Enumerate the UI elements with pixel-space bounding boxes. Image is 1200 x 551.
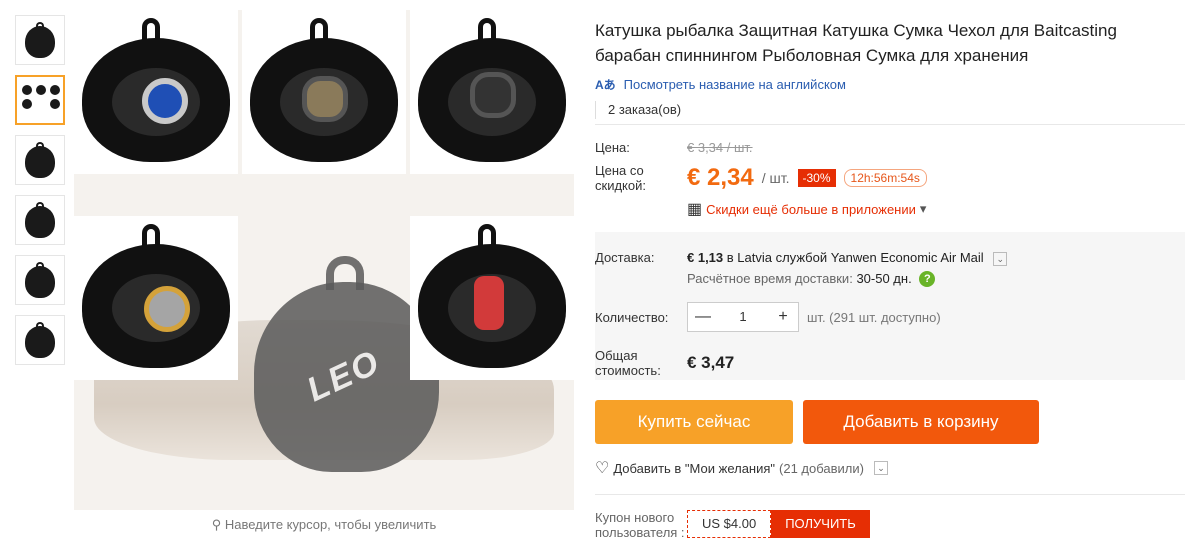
- shipping-method: в Latvia службой Yanwen Economic Air Mai…: [726, 250, 984, 265]
- product-page: LEO ⚲ Наведите курсор, чтобы увеличить К…: [0, 0, 1200, 551]
- discount-price-label: Цена со скидкой:: [595, 163, 646, 193]
- app-deal-text: Скидки ещё больше в приложении: [706, 201, 916, 217]
- discount-price-row: Цена со скидкой: € 2,34 / шт. -30% 12h:5…: [595, 163, 1185, 193]
- wishlist-count: (21 добавили): [779, 460, 864, 476]
- translate-link-text[interactable]: Посмотреть название на английском: [624, 77, 846, 92]
- divider: [595, 124, 1185, 125]
- quantity-row: Количество: — 1 + шт. (291 шт. доступно): [595, 302, 941, 332]
- brand-logo: LEO: [301, 342, 387, 410]
- chevron-down-icon[interactable]: ⌄: [873, 461, 888, 475]
- qr-code-icon: ▦: [687, 201, 703, 218]
- translate-icon: Aあ: [595, 78, 616, 92]
- thumbnail-4[interactable]: [15, 195, 65, 245]
- reel-icon: [474, 276, 504, 330]
- quantity-label: Количество:: [595, 309, 669, 325]
- reel-icon: [302, 76, 348, 122]
- thumbnail-list: [15, 15, 65, 375]
- search-icon: ⚲: [211, 517, 222, 532]
- product-title: Катушка рыбалка Защитная Катушка Сумка Ч…: [595, 21, 1117, 65]
- thumbnail-2[interactable]: [15, 75, 65, 125]
- old-price: € 3,34 / шт.: [687, 140, 753, 155]
- discount-price: € 2,34: [687, 164, 754, 191]
- bag-icon: [25, 146, 55, 179]
- zoom-hint: ⚲ Наведите курсор, чтобы увеличить: [74, 517, 574, 533]
- thumbnail-5[interactable]: [15, 255, 65, 305]
- app-deal-link[interactable]: ▦ Скидки ещё больше в приложении ▾: [687, 199, 926, 219]
- bag-icon: [25, 206, 55, 239]
- wishlist-link[interactable]: Добавить в "Мои желания": [613, 461, 775, 476]
- price-block: Цена: € 3,34 / шт. Цена со скидкой: € 2,…: [595, 140, 1185, 219]
- bag-icon: [25, 326, 55, 359]
- quantity-available: шт. (291 шт. доступно): [807, 309, 941, 325]
- image-tile-black-reel: [410, 10, 574, 174]
- product-info-panel: Катушка рыбалка Защитная Катушка Сумка Ч…: [595, 18, 1185, 551]
- heart-icon: ♡: [595, 460, 610, 477]
- bag-icon: [25, 26, 55, 59]
- image-tile-spinning-reel: [74, 216, 238, 380]
- zoom-hint-text: Наведите курсор, чтобы увеличить: [224, 517, 437, 532]
- thumbnail-1[interactable]: [15, 15, 65, 65]
- quantity-input[interactable]: 1: [718, 303, 768, 331]
- thumbnail-6[interactable]: [15, 315, 65, 365]
- image-tile-accessory: [410, 216, 574, 380]
- eta-label: Расчётное время доставки:: [687, 270, 853, 286]
- bag-icon: [25, 266, 55, 299]
- chevron-down-icon[interactable]: ⌄: [993, 251, 1008, 266]
- help-icon[interactable]: ?: [919, 271, 936, 288]
- image-tile-blue-reel: [74, 10, 238, 174]
- orders-count: 2 заказа(ов): [595, 101, 695, 119]
- thumbnail-3[interactable]: [15, 135, 65, 185]
- wishlist-row[interactable]: ♡ Добавить в "Мои желания" (21 добавили)…: [595, 458, 888, 478]
- old-price-row: Цена: € 3,34 / шт.: [595, 140, 1185, 155]
- add-to-cart-button[interactable]: Добавить в корзину: [803, 400, 1039, 444]
- image-tile-baitcaster: [242, 10, 406, 174]
- quantity-plus-button[interactable]: +: [768, 303, 798, 331]
- reel-icon: [144, 286, 190, 332]
- countdown-timer: 12h:56m:54s: [843, 169, 927, 187]
- coupon-value: US $4.00: [687, 510, 772, 538]
- shipping-row: Доставка: € 1,13 в Latvia службой Yanwen…: [595, 250, 1008, 288]
- coupon-label: Купон нового пользователя :: [595, 510, 685, 540]
- app-deal-row: ▦ Скидки ещё больше в приложении ▾: [595, 199, 1185, 219]
- eta-value: 30-50 дн.: [856, 270, 912, 286]
- buy-now-button[interactable]: Купить сейчас: [595, 400, 793, 444]
- shipping-cost: € 1,13: [687, 250, 724, 265]
- coupon-row: Купон нового пользователя : US $4.00 ПОЛ…: [595, 510, 1185, 540]
- reel-icon: [470, 72, 516, 118]
- order-options-section: Доставка: € 1,13 в Latvia службой Yanwen…: [595, 232, 1185, 380]
- bags-grid-icon: [20, 83, 62, 119]
- get-coupon-button[interactable]: ПОЛУЧИТЬ: [771, 510, 870, 538]
- divider: [595, 494, 1185, 495]
- quantity-minus-button[interactable]: —: [688, 303, 718, 331]
- price-unit: / шт.: [761, 170, 790, 186]
- translate-link[interactable]: Aあ Посмотреть название на английском: [595, 76, 1185, 93]
- total-price: € 3,47: [687, 353, 735, 372]
- discount-badge: -30%: [797, 169, 836, 187]
- total-label: Общая стоимость:: [595, 348, 661, 378]
- reel-icon: [142, 78, 188, 124]
- quantity-stepper: — 1 +: [687, 302, 799, 332]
- caret-down-icon: ▾: [919, 201, 927, 216]
- total-row: Общая стоимость: € 3,47: [595, 348, 734, 378]
- main-product-image[interactable]: LEO: [74, 10, 574, 510]
- price-label: Цена:: [595, 140, 630, 155]
- shipping-label: Доставка:: [595, 250, 655, 265]
